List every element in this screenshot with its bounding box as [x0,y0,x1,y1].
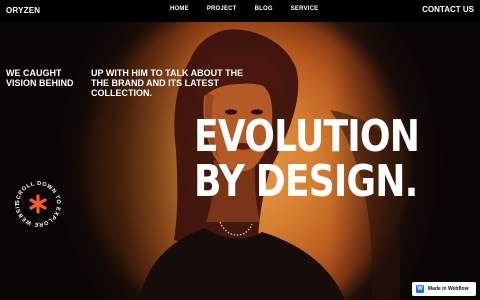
scroll-down-badge[interactable]: SCROLL DOWN TO EXPLORE WEBSITE [10,174,64,230]
nav-links: HOME PROJECT BLOG SERVICE [170,6,318,12]
webflow-logo-icon: W [416,285,424,293]
hero-headline: EVOLUTION BY DESIGN. [194,111,420,207]
nav-home-link[interactable]: HOME [170,6,189,12]
contact-us-link[interactable]: CONTACT US [422,5,474,14]
intro-right-text: UP WITH HIM TO TALK ABOUT THE THE BRAND … [91,68,244,98]
asterisk-icon [29,194,47,214]
made-in-webflow-badge[interactable]: W Made in Webflow [412,282,476,296]
hero-section: ORYZEN HOME PROJECT BLOG SERVICE CONTACT… [0,0,480,300]
headline-line-2: BY DESIGN. [194,156,418,207]
nav-blog-link[interactable]: BLOG [255,6,273,12]
headline-line-1: EVOLUTION [194,111,420,162]
webflow-badge-label: Made in Webflow [428,286,469,292]
nav-project-link[interactable]: PROJECT [207,6,237,12]
brand-logo[interactable]: ORYZEN [6,6,40,15]
top-navigation: ORYZEN HOME PROJECT BLOG SERVICE CONTACT… [0,0,480,22]
nav-service-link[interactable]: SERVICE [291,6,319,12]
intro-left-text: WE CAUGHT VISION BEHIND [6,68,74,88]
